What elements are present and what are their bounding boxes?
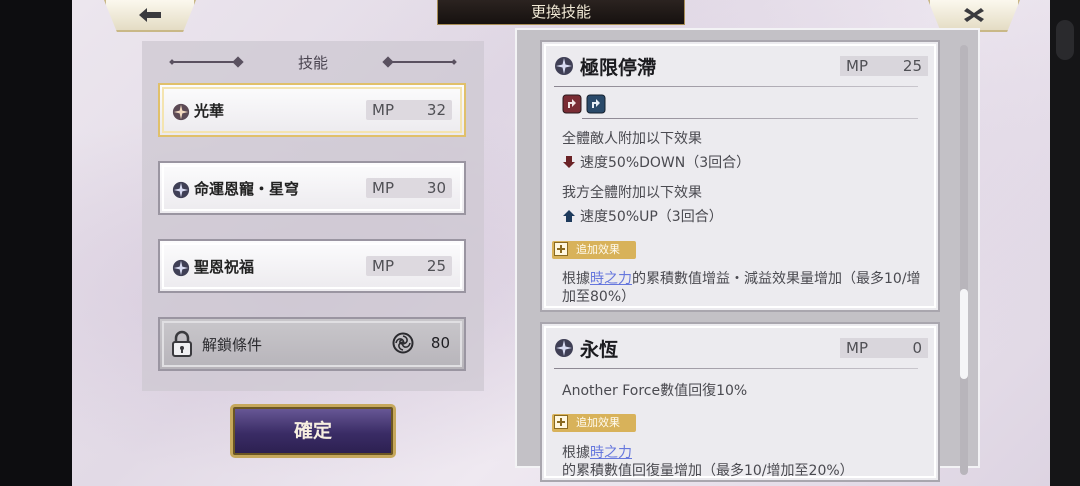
- skill-gear-icon: [555, 57, 573, 75]
- mp-cost: MP 25: [366, 256, 452, 276]
- skill-name: 光華: [194, 102, 225, 120]
- skill-detail-card[interactable]: 永恆 MP 0 Another Force數值回復10% 追加效果 根據時之力的累…: [540, 322, 940, 482]
- effect-line: 我方全體附加以下效果: [562, 185, 702, 201]
- scrollbar-track[interactable]: [960, 45, 968, 475]
- skill-slot-2[interactable]: 命運恩寵・星穹 MP 30: [158, 161, 466, 215]
- effect-line: Another Force數值回復10%: [562, 383, 748, 399]
- plus-icon: [554, 242, 568, 256]
- time-power-link[interactable]: 時之力: [590, 445, 632, 461]
- buff-type-icon: [586, 94, 606, 114]
- extra-effect-description: 根據時之力的累積數值增益・減益效果量增加（最多10/增加至80%）: [562, 270, 922, 306]
- divider: [582, 118, 918, 119]
- down-arrow-icon: [563, 156, 575, 168]
- badge-label: 追加效果: [576, 416, 620, 429]
- mp-value: 25: [426, 257, 446, 275]
- edge-handle: [1056, 20, 1074, 60]
- close-x-icon: [964, 8, 984, 22]
- mp-value: 32: [426, 101, 446, 119]
- page-title: 更換技能: [437, 0, 685, 25]
- mp-label: MP: [372, 179, 394, 197]
- unlock-condition-label: 解鎖條件: [202, 336, 263, 354]
- divider: [554, 368, 918, 369]
- mp-cost: MP 30: [366, 178, 452, 198]
- mp-cost: MP 25: [840, 56, 928, 76]
- skill-name: 聖恩祝福: [194, 258, 255, 276]
- divider: [554, 86, 918, 87]
- skill-slot-1[interactable]: 光華 MP 32: [158, 83, 466, 137]
- effect-line: 全體敵人附加以下效果: [562, 131, 702, 147]
- desc-prefix: 根據: [562, 445, 590, 461]
- mp-label: MP: [372, 257, 394, 275]
- skill-title: 永恆: [580, 339, 619, 361]
- skill-title: 極限停滯: [580, 57, 657, 79]
- desc-prefix: 根據: [562, 271, 590, 287]
- skill-name: 命運恩寵・星穹: [194, 180, 300, 198]
- skill-gear-icon: [555, 339, 573, 357]
- mp-value: 0: [912, 339, 922, 357]
- unlock-cost: 80: [430, 334, 450, 352]
- effect-line: 速度50%UP（3回合）: [562, 206, 723, 226]
- desc-suffix: 的累積數值回復量增加（最多10/增加至20%）: [562, 463, 854, 479]
- mp-label: MP: [372, 101, 394, 119]
- extra-effect-badge: 追加效果: [552, 241, 636, 259]
- skill-gear-icon: [172, 181, 190, 199]
- skill-slot-3[interactable]: 聖恩祝福 MP 25: [158, 239, 466, 293]
- debuff-type-icon: [562, 94, 582, 114]
- back-button[interactable]: [104, 0, 196, 32]
- skill-detail-card[interactable]: 極限停滯 MP 25 全體敵人附加以下效果 速度50%DOWN（3回合） 我方全體…: [540, 40, 940, 312]
- badge-label: 追加效果: [576, 243, 620, 256]
- mp-value: 25: [902, 57, 922, 75]
- effect-line: 速度50%DOWN（3回合）: [562, 152, 750, 172]
- plus-icon: [554, 415, 568, 429]
- device-edge: [1050, 0, 1080, 486]
- mp-cost: MP 0: [840, 338, 928, 358]
- mp-label: MP: [846, 57, 868, 75]
- mp-cost: MP 32: [366, 100, 452, 120]
- buff-effect-text: 速度50%UP（3回合）: [580, 209, 723, 225]
- up-arrow-icon: [563, 210, 575, 222]
- mp-label: MP: [846, 339, 868, 357]
- skill-gear-icon: [172, 259, 190, 277]
- back-arrow-icon: [139, 8, 161, 22]
- spiral-token-icon: [392, 332, 414, 354]
- confirm-button[interactable]: 確定: [230, 404, 396, 458]
- mp-value: 30: [426, 179, 446, 197]
- lock-icon: [172, 330, 192, 357]
- extra-effect-description: 根據時之力的累積數值回復量增加（最多10/增加至20%）: [562, 444, 922, 480]
- extra-effect-badge: 追加效果: [552, 414, 636, 432]
- scrollbar-thumb[interactable]: [960, 289, 968, 379]
- time-power-link[interactable]: 時之力: [590, 271, 632, 287]
- skill-gear-icon: [172, 103, 190, 121]
- locked-skill-slot[interactable]: 解鎖條件 80: [158, 317, 466, 371]
- title-ornament-right: [388, 61, 454, 63]
- debuff-effect-text: 速度50%DOWN（3回合）: [580, 155, 751, 171]
